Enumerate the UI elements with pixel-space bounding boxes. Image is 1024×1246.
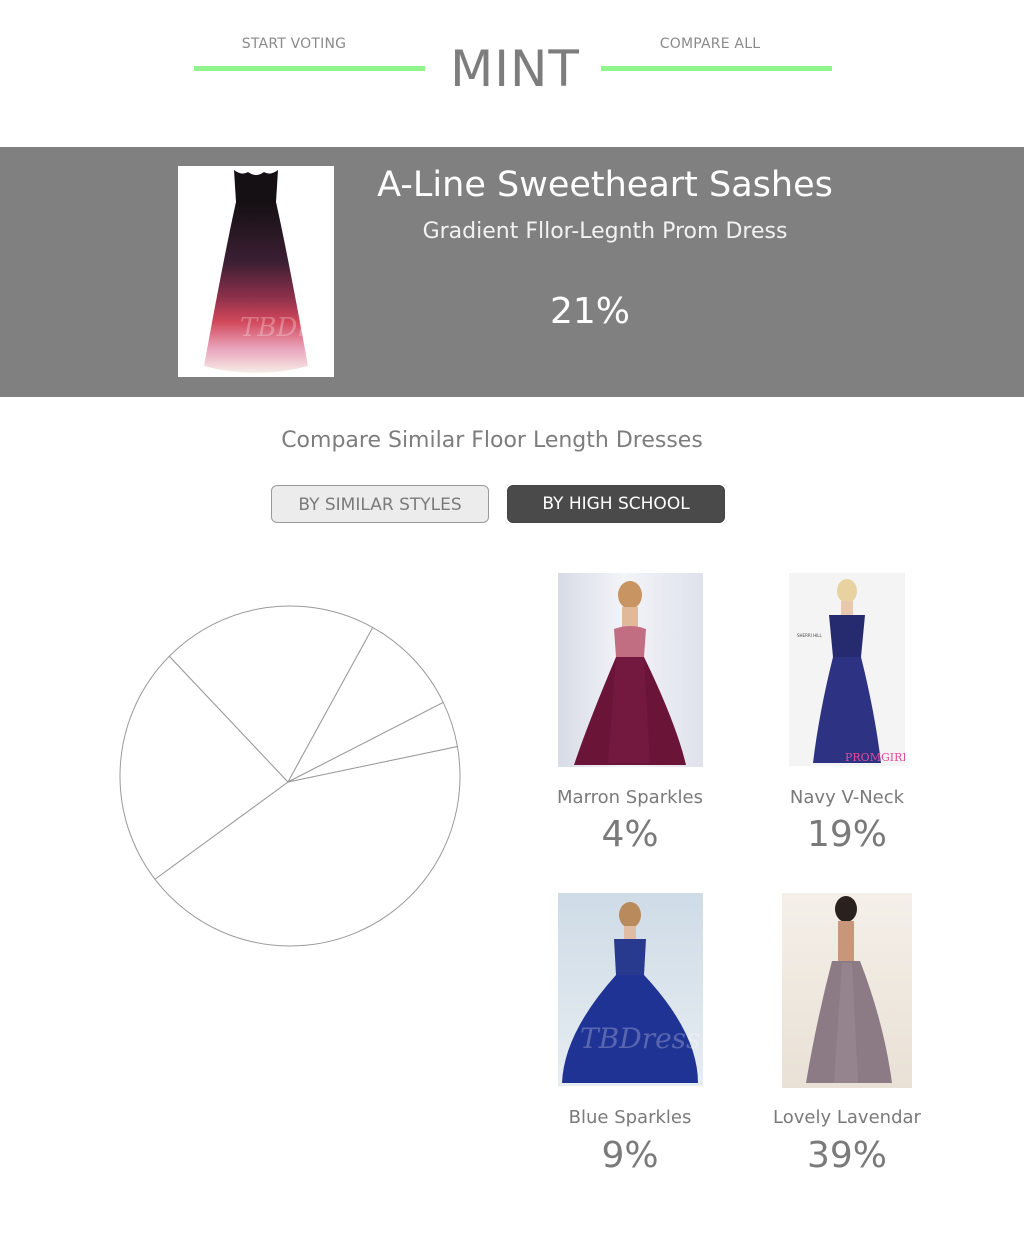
dress-name-blue-sparkles: Blue Sparkles [568, 1107, 692, 1128]
nav-compare-all[interactable]: COMPARE ALL [594, 36, 826, 52]
dress-image-blue-sparkles[interactable]: TBDress [558, 893, 703, 1086]
dress-percent-blue-sparkles: 9% [601, 1135, 659, 1176]
dress-name-marron-sparkles: Marron Sparkles [557, 787, 703, 808]
nav-start-voting[interactable]: START VOTING [178, 36, 410, 52]
vote-share-pie-chart [119, 605, 461, 947]
hero-dress-image: TBDress [178, 166, 352, 377]
hero-image-watermark: TBDress [240, 313, 334, 343]
dress-image-lovely-lavendar[interactable] [782, 893, 912, 1088]
dress-name-navy-v-neck: Navy V-Neck [789, 787, 905, 808]
hero-title: A-Line Sweetheart Sashes [377, 165, 833, 205]
dress-image-marron-sparkles[interactable] [558, 573, 703, 767]
by-high-school-button[interactable]: BY HIGH SCHOOL [507, 485, 725, 523]
dress-percent-lovely-lavendar: 39% [806, 1135, 887, 1176]
dress-percent-navy-v-neck: 19% [806, 814, 887, 855]
logo[interactable]: MINT [430, 40, 600, 98]
blue-sparkles-image-watermark: TBDress [580, 1022, 700, 1055]
dress-image-navy-v-neck[interactable]: SHERRI HILL PROMGIRL [789, 573, 905, 766]
dress-percent-marron-sparkles: 4% [601, 814, 659, 855]
navy-v-neck-image-watermark: PROMGIRL [845, 751, 905, 764]
navy-v-neck-image-tag: SHERRI HILL [797, 633, 823, 638]
nav-start-voting-underline [194, 66, 425, 71]
compare-title: Compare Similar Floor Length Dresses [281, 428, 703, 453]
hero-subtitle: Gradient Fllor-Legnth Prom Dress [422, 219, 788, 244]
dress-name-lovely-lavendar: Lovely Lavendar [773, 1107, 921, 1128]
nav-compare-all-underline [601, 66, 832, 71]
hero-percent: 21% [549, 291, 630, 332]
hero-banner: TBDress A-Line Sweetheart Sashes Gradien… [0, 147, 1024, 397]
by-similar-styles-button[interactable]: BY SIMILAR STYLES [271, 485, 489, 523]
